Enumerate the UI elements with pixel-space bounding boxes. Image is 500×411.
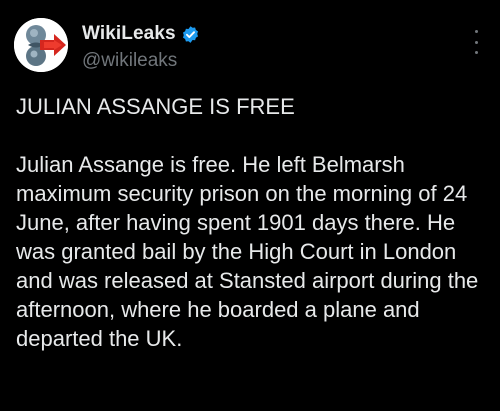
avatar[interactable] [14, 18, 68, 72]
display-name[interactable]: WikiLeaks [82, 23, 176, 45]
user-handle[interactable]: @wikileaks [82, 49, 460, 73]
verified-badge-icon [181, 25, 200, 44]
dot [474, 40, 478, 44]
more-options-icon[interactable] [470, 30, 482, 54]
wikileaks-logo-icon [14, 18, 68, 72]
tweet-body: Julian Assange is free. He left Belmarsh… [16, 152, 479, 351]
tweet-card: WikiLeaks @wikileaks JULIAN ASSANGE IS F… [0, 0, 500, 411]
dot [474, 30, 478, 33]
tweet-header: WikiLeaks @wikileaks [82, 22, 460, 73]
name-row: WikiLeaks [82, 22, 460, 46]
dot [474, 51, 478, 54]
tweet-headline: JULIAN ASSANGE IS FREE [16, 94, 295, 119]
tweet-text: JULIAN ASSANGE IS FREE Julian Assange is… [16, 92, 486, 353]
